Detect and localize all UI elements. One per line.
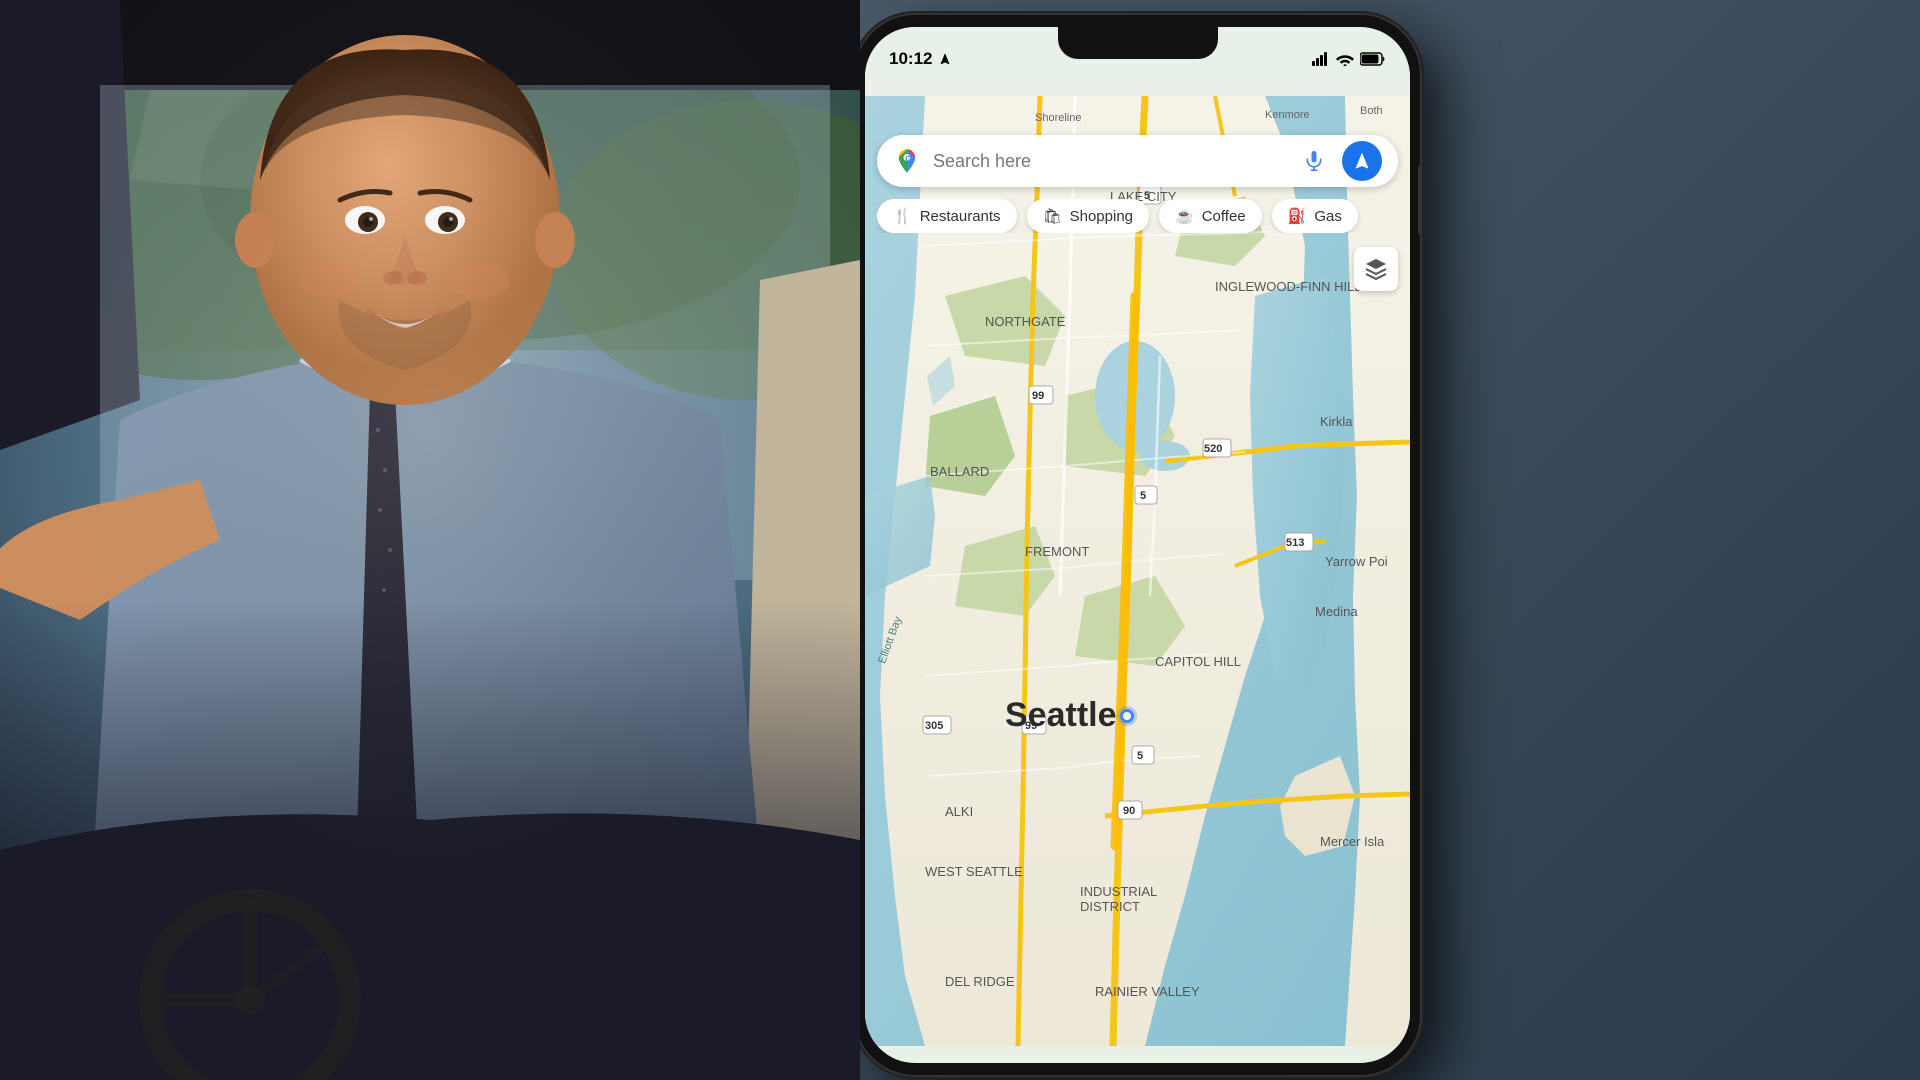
svg-text:DEL RIDGE: DEL RIDGE bbox=[945, 974, 1015, 989]
svg-text:BALLARD: BALLARD bbox=[930, 464, 989, 479]
svg-text:305: 305 bbox=[925, 720, 943, 732]
svg-text:ALKI: ALKI bbox=[945, 804, 973, 819]
search-bar[interactable]: G Search here bbox=[877, 135, 1398, 187]
svg-text:Kenmore: Kenmore bbox=[1265, 109, 1310, 121]
search-input[interactable]: Search here bbox=[933, 151, 1286, 172]
svg-text:CAPITOL HILL: CAPITOL HILL bbox=[1155, 654, 1241, 669]
svg-text:5: 5 bbox=[1140, 490, 1146, 502]
svg-text:WEST SEATTLE: WEST SEATTLE bbox=[925, 864, 1023, 879]
time-display: 10:12 bbox=[889, 49, 932, 69]
gas-label: Gas bbox=[1314, 208, 1342, 225]
restaurants-label: Restaurants bbox=[920, 208, 1001, 225]
location-arrow-icon bbox=[938, 52, 952, 66]
battery-icon bbox=[1360, 52, 1386, 66]
background-photo bbox=[0, 0, 860, 1080]
layers-icon bbox=[1364, 257, 1388, 281]
coffee-label: Coffee bbox=[1202, 208, 1246, 225]
microphone-icon bbox=[1304, 150, 1324, 172]
svg-text:Seattle: Seattle bbox=[1005, 696, 1117, 734]
svg-text:513: 513 bbox=[1286, 537, 1304, 549]
svg-text:FREMONT: FREMONT bbox=[1025, 544, 1089, 559]
shopping-pill[interactable]: 🛍 Shopping bbox=[1027, 199, 1149, 233]
svg-text:RAINIER VALLEY: RAINIER VALLEY bbox=[1095, 984, 1200, 999]
svg-text:DISTRICT: DISTRICT bbox=[1080, 899, 1140, 914]
signal-icon bbox=[1312, 52, 1330, 66]
svg-text:G: G bbox=[905, 155, 911, 164]
svg-text:NORTHGATE: NORTHGATE bbox=[985, 314, 1066, 329]
phone-screen: 10:12 bbox=[865, 27, 1410, 1063]
svg-text:90: 90 bbox=[1123, 805, 1135, 817]
svg-text:520: 520 bbox=[1204, 443, 1222, 455]
status-time: 10:12 bbox=[889, 49, 952, 69]
gas-pill[interactable]: ⛽ Gas bbox=[1272, 199, 1358, 233]
restaurants-icon: 🍴 bbox=[893, 207, 912, 225]
svg-text:Yarrow Poi: Yarrow Poi bbox=[1325, 554, 1388, 569]
power-button bbox=[1418, 165, 1420, 235]
phone-notch bbox=[1058, 27, 1218, 59]
svg-text:Both: Both bbox=[1360, 105, 1383, 117]
gas-icon: ⛽ bbox=[1288, 207, 1307, 225]
shopping-icon: 🛍 bbox=[1043, 207, 1062, 225]
coffee-icon: ☕ bbox=[1175, 207, 1194, 225]
svg-text:INGLEWOOD-FINN HILL: INGLEWOOD-FINN HILL bbox=[1215, 279, 1362, 294]
coffee-pill[interactable]: ☕ Coffee bbox=[1159, 199, 1262, 233]
category-pills: 🍴 Restaurants 🛍 Shopping ☕ Coffee ⛽ Gas bbox=[877, 199, 1410, 233]
navigate-button[interactable] bbox=[1342, 141, 1382, 181]
layers-button[interactable] bbox=[1354, 247, 1398, 291]
phone-device: 10:12 bbox=[855, 15, 1420, 1075]
wifi-icon bbox=[1336, 52, 1354, 66]
microphone-button[interactable] bbox=[1298, 145, 1330, 177]
svg-text:99: 99 bbox=[1032, 390, 1044, 402]
svg-text:INDUSTRIAL: INDUSTRIAL bbox=[1080, 884, 1157, 899]
svg-text:Mercer Isla: Mercer Isla bbox=[1320, 834, 1385, 849]
navigate-icon bbox=[1352, 151, 1372, 171]
svg-text:Shoreline: Shoreline bbox=[1035, 112, 1081, 124]
status-icons bbox=[1312, 52, 1386, 66]
map-area[interactable]: Shoreline Kenmore Both 5 5 5 99 99 522 bbox=[865, 79, 1410, 1063]
svg-text:5: 5 bbox=[1137, 750, 1143, 762]
svg-text:Medina: Medina bbox=[1315, 604, 1358, 619]
svg-text:Kirkla: Kirkla bbox=[1320, 414, 1353, 429]
restaurants-pill[interactable]: 🍴 Restaurants bbox=[877, 199, 1017, 233]
google-maps-icon: G bbox=[893, 147, 921, 175]
shopping-label: Shopping bbox=[1070, 208, 1133, 225]
